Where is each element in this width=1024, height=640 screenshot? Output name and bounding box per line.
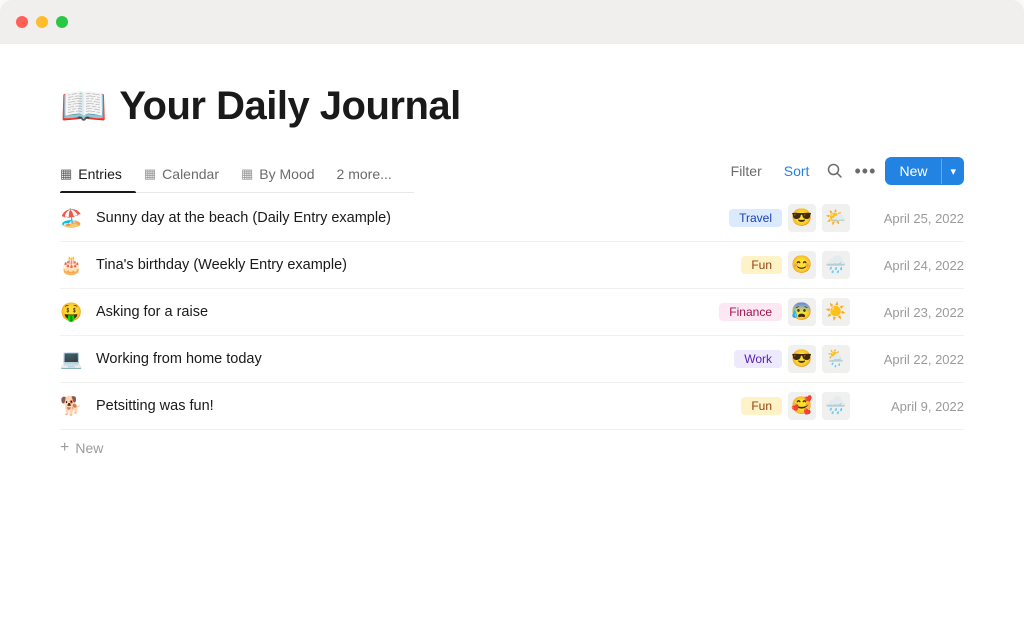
page-icon: 📖 xyxy=(60,85,107,129)
titlebar xyxy=(0,0,1024,44)
tab-entries-label: Entries xyxy=(78,166,122,182)
table-row[interactable]: 🎂 Tina's birthday (Weekly Entry example)… xyxy=(60,242,964,289)
entries-tab-icon: ▦ xyxy=(60,166,72,182)
entry-tag[interactable]: Travel xyxy=(729,209,782,227)
tab-calendar-label: Calendar xyxy=(162,166,219,182)
plus-icon: + xyxy=(60,440,69,456)
tab-calendar[interactable]: ▦ Calendar xyxy=(144,158,233,192)
entry-date: April 22, 2022 xyxy=(864,352,964,367)
entry-date: April 25, 2022 xyxy=(864,211,964,226)
entry-weather: 🌦️ xyxy=(822,345,850,373)
add-new-label: New xyxy=(75,440,103,456)
entry-date: April 24, 2022 xyxy=(864,258,964,273)
minimize-button[interactable] xyxy=(36,16,48,28)
page-header: 📖 Your Daily Journal xyxy=(60,84,964,129)
entry-date: April 23, 2022 xyxy=(864,305,964,320)
new-button-arrow[interactable]: ▾ xyxy=(941,159,964,184)
entry-weather: 🌧️ xyxy=(822,251,850,279)
entry-emoji: 🐕 xyxy=(60,396,86,417)
tab-by-mood-label: By Mood xyxy=(259,166,314,182)
entry-mood: 😎 xyxy=(788,204,816,232)
entry-title: Working from home today xyxy=(96,351,734,367)
entry-weather: ☀️ xyxy=(822,298,850,326)
entry-tag[interactable]: Work xyxy=(734,350,782,368)
tab-more-label: 2 more... xyxy=(337,166,392,182)
main-content: 📖 Your Daily Journal ▦ Entries ▦ Calenda… xyxy=(0,44,1024,640)
entry-tags: Fun 🥰 🌧️ xyxy=(741,392,850,420)
new-button[interactable]: New ▾ xyxy=(885,157,964,185)
entry-emoji: 💻 xyxy=(60,349,86,370)
new-button-label: New xyxy=(885,157,941,185)
entry-tags: Finance 😰 ☀️ xyxy=(719,298,850,326)
table-row[interactable]: 💻 Working from home today Work 😎 🌦️ Apri… xyxy=(60,336,964,383)
entry-tag[interactable]: Fun xyxy=(741,397,782,415)
tab-more[interactable]: 2 more... xyxy=(337,158,406,192)
entry-mood: 😊 xyxy=(788,251,816,279)
entry-mood: 😰 xyxy=(788,298,816,326)
sort-button[interactable]: Sort xyxy=(778,159,816,183)
page-title: Your Daily Journal xyxy=(119,84,460,129)
table-row[interactable]: 🤑 Asking for a raise Finance 😰 ☀️ April … xyxy=(60,289,964,336)
entry-emoji: 🤑 xyxy=(60,302,86,323)
by-mood-tab-icon: ▦ xyxy=(241,166,253,182)
tab-entries[interactable]: ▦ Entries xyxy=(60,158,136,192)
entry-emoji: 🏖️ xyxy=(60,208,86,229)
table-row[interactable]: 🐕 Petsitting was fun! Fun 🥰 🌧️ April 9, … xyxy=(60,383,964,430)
entry-title: Asking for a raise xyxy=(96,304,719,320)
entry-tags: Travel 😎 🌤️ xyxy=(729,204,850,232)
entry-date: April 9, 2022 xyxy=(864,399,964,414)
entries-table: 🏖️ Sunny day at the beach (Daily Entry e… xyxy=(60,195,964,466)
entry-emoji: 🎂 xyxy=(60,255,86,276)
maximize-button[interactable] xyxy=(56,16,68,28)
entry-tags: Fun 😊 🌧️ xyxy=(741,251,850,279)
toolbar-right: Filter Sort ••• New ▾ xyxy=(725,157,964,193)
calendar-tab-icon: ▦ xyxy=(144,166,156,182)
add-new-row[interactable]: + New xyxy=(60,430,964,466)
search-icon[interactable] xyxy=(825,161,845,181)
entry-weather: 🌧️ xyxy=(822,392,850,420)
entry-title: Petsitting was fun! xyxy=(96,398,741,414)
entry-tag[interactable]: Fun xyxy=(741,256,782,274)
filter-button[interactable]: Filter xyxy=(725,159,768,183)
more-options-icon[interactable]: ••• xyxy=(855,161,875,181)
entry-tag[interactable]: Finance xyxy=(719,303,782,321)
tab-by-mood[interactable]: ▦ By Mood xyxy=(241,158,329,192)
entry-weather: 🌤️ xyxy=(822,204,850,232)
entry-mood: 🥰 xyxy=(788,392,816,420)
tabs-wrapper: ▦ Entries ▦ Calendar ▦ By Mood 2 more...… xyxy=(60,157,964,193)
entry-title: Tina's birthday (Weekly Entry example) xyxy=(96,257,741,273)
tabs-left: ▦ Entries ▦ Calendar ▦ By Mood 2 more... xyxy=(60,158,414,193)
entry-mood: 😎 xyxy=(788,345,816,373)
entry-title: Sunny day at the beach (Daily Entry exam… xyxy=(96,210,729,226)
table-row[interactable]: 🏖️ Sunny day at the beach (Daily Entry e… xyxy=(60,195,964,242)
close-button[interactable] xyxy=(16,16,28,28)
entry-tags: Work 😎 🌦️ xyxy=(734,345,850,373)
